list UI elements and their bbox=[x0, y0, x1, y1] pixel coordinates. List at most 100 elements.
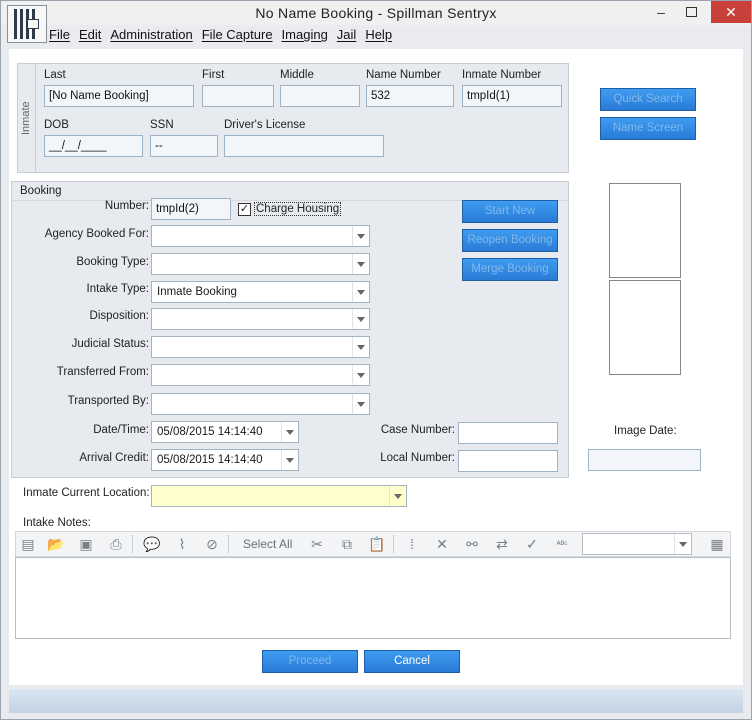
chevron-down-icon bbox=[281, 422, 298, 442]
proceed-button[interactable]: Proceed bbox=[262, 650, 358, 673]
current-location-dropdown[interactable] bbox=[151, 485, 407, 507]
maximize-icon bbox=[685, 7, 697, 17]
menu-file[interactable]: File bbox=[49, 27, 70, 42]
notes-toolbar: ▤ 📂 ▣ ⎙ 💬 ⌇ ⊘ Select All ✂ ⧉ 📋 ⁞ ✕ ⚯ ⇄ ✓… bbox=[15, 531, 731, 557]
case-number-field[interactable] bbox=[458, 422, 558, 444]
menu-file-capture[interactable]: File Capture bbox=[202, 27, 273, 42]
menu-administration[interactable]: Administration bbox=[110, 27, 192, 42]
print-icon[interactable]: ⎙ bbox=[107, 535, 125, 553]
chevron-down-icon bbox=[389, 486, 406, 506]
arrival-credit-value: 05/08/2015 14:14:40 bbox=[157, 454, 263, 466]
start-new-button[interactable]: Start New bbox=[462, 200, 558, 223]
open-folder-icon[interactable]: 📂 bbox=[47, 535, 65, 553]
transported-by-dropdown[interactable] bbox=[151, 393, 370, 415]
middle-name-label: Middle bbox=[280, 69, 314, 81]
ssn-label: SSN bbox=[150, 119, 174, 131]
chevron-down-icon bbox=[352, 226, 369, 246]
jail-app-icon[interactable] bbox=[7, 5, 47, 43]
inmate-photo-front[interactable] bbox=[609, 183, 681, 278]
quick-search-button[interactable]: Quick Search bbox=[600, 88, 696, 111]
arrival-credit-label: Arrival Credit: bbox=[79, 452, 149, 464]
save-disk-icon[interactable]: ▣ bbox=[77, 535, 95, 553]
spell-disabled-icon[interactable]: ⊘ bbox=[203, 535, 221, 553]
maximize-button[interactable] bbox=[677, 1, 705, 23]
last-name-field[interactable]: [No Name Booking] bbox=[44, 85, 194, 107]
copy-icon[interactable]: ⧉ bbox=[338, 535, 356, 553]
date-time-picker[interactable]: 05/08/2015 14:14:40 bbox=[151, 421, 299, 443]
find-binoculars-icon[interactable]: ⚯ bbox=[463, 535, 481, 553]
menu-jail[interactable]: Jail bbox=[337, 27, 357, 42]
comment-icon[interactable]: 💬 bbox=[143, 535, 161, 553]
name-number-field[interactable]: 532 bbox=[366, 85, 454, 107]
minimize-button[interactable]: – bbox=[647, 1, 675, 23]
drivers-license-label: Driver's License bbox=[224, 119, 306, 131]
image-date-label: Image Date: bbox=[614, 425, 677, 437]
delete-x-icon[interactable]: ✕ bbox=[433, 535, 451, 553]
judicial-status-dropdown[interactable] bbox=[151, 336, 370, 358]
agency-label: Agency Booked For: bbox=[44, 228, 149, 240]
inmate-side-label: Inmate bbox=[20, 101, 32, 135]
inmate-photo-side[interactable] bbox=[609, 280, 681, 375]
font-select-dropdown[interactable] bbox=[582, 533, 692, 555]
lock-icon bbox=[27, 19, 39, 29]
booking-number-field[interactable]: tmpId(2) bbox=[151, 198, 231, 220]
middle-name-field[interactable] bbox=[280, 85, 360, 107]
status-bar bbox=[9, 689, 743, 713]
ssn-field[interactable]: -- bbox=[150, 135, 218, 157]
cut-scissors-icon[interactable]: ✂ bbox=[308, 535, 326, 553]
chevron-down-icon bbox=[352, 365, 369, 385]
menu-imaging[interactable]: Imaging bbox=[282, 27, 328, 42]
chevron-down-icon bbox=[352, 282, 369, 302]
first-name-label: First bbox=[202, 69, 225, 81]
date-time-value: 05/08/2015 14:14:40 bbox=[157, 426, 263, 438]
judicial-status-label: Judicial Status: bbox=[71, 338, 149, 350]
local-number-label: Local Number: bbox=[380, 452, 455, 464]
select-all-button[interactable]: Select All bbox=[243, 537, 292, 551]
replace-icon[interactable]: ⇄ bbox=[493, 535, 511, 553]
name-number-label: Name Number bbox=[366, 69, 441, 81]
abc-spelling-icon[interactable]: ᴬᴮᶜ bbox=[553, 535, 571, 553]
booking-section-label: Booking bbox=[20, 185, 62, 197]
charge-housing-checkbox[interactable]: ✓ bbox=[238, 203, 251, 216]
transferred-from-dropdown[interactable] bbox=[151, 364, 370, 386]
merge-booking-button[interactable]: Merge Booking bbox=[462, 258, 558, 281]
menu-help[interactable]: Help bbox=[365, 27, 392, 42]
intake-notes-textarea[interactable] bbox=[15, 557, 731, 639]
intake-type-label: Intake Type: bbox=[86, 283, 149, 295]
transported-by-label: Transported By: bbox=[67, 395, 149, 407]
arrival-credit-picker[interactable]: 05/08/2015 14:14:40 bbox=[151, 449, 299, 471]
dob-field[interactable]: __/__/____ bbox=[44, 135, 143, 157]
intake-type-dropdown[interactable]: Inmate Booking bbox=[151, 281, 370, 303]
reopen-booking-button[interactable]: Reopen Booking bbox=[462, 229, 558, 252]
local-number-field[interactable] bbox=[458, 450, 558, 472]
intake-notes-label: Intake Notes: bbox=[23, 517, 91, 529]
first-name-field[interactable] bbox=[202, 85, 274, 107]
intake-type-value: Inmate Booking bbox=[157, 286, 237, 298]
case-number-label: Case Number: bbox=[380, 424, 455, 436]
name-screen-button[interactable]: Name Screen bbox=[600, 117, 696, 140]
brush-icon[interactable]: ⁞ bbox=[403, 535, 421, 553]
drivers-license-field[interactable] bbox=[224, 135, 384, 157]
chevron-down-icon bbox=[352, 394, 369, 414]
booking-type-label: Booking Type: bbox=[76, 256, 149, 268]
new-document-icon[interactable]: ▤ bbox=[19, 535, 37, 553]
booking-type-dropdown[interactable] bbox=[151, 253, 370, 275]
current-location-label: Inmate Current Location: bbox=[23, 487, 150, 499]
close-button[interactable]: ✕ bbox=[711, 1, 751, 23]
spell-check-icon[interactable]: ✓ bbox=[523, 535, 541, 553]
disposition-dropdown[interactable] bbox=[151, 308, 370, 330]
agency-dropdown[interactable] bbox=[151, 225, 370, 247]
cancel-button[interactable]: Cancel bbox=[364, 650, 460, 673]
attach-paperclip-icon[interactable]: ⌇ bbox=[173, 535, 191, 553]
menu-edit[interactable]: Edit bbox=[79, 27, 101, 42]
menu-bar: File Edit Administration File Capture Imagin… bbox=[49, 27, 401, 47]
chevron-down-icon bbox=[281, 450, 298, 470]
properties-icon[interactable]: ▦ bbox=[708, 535, 726, 553]
paste-icon[interactable]: 📋 bbox=[368, 535, 386, 553]
chevron-down-icon bbox=[352, 337, 369, 357]
application-window: No Name Booking - Spillman Sentryx – ✕ F… bbox=[0, 0, 752, 720]
inmate-number-field[interactable]: tmpId(1) bbox=[462, 85, 562, 107]
transferred-from-label: Transferred From: bbox=[56, 366, 149, 378]
image-date-field[interactable] bbox=[588, 449, 701, 471]
chevron-down-icon bbox=[352, 254, 369, 274]
